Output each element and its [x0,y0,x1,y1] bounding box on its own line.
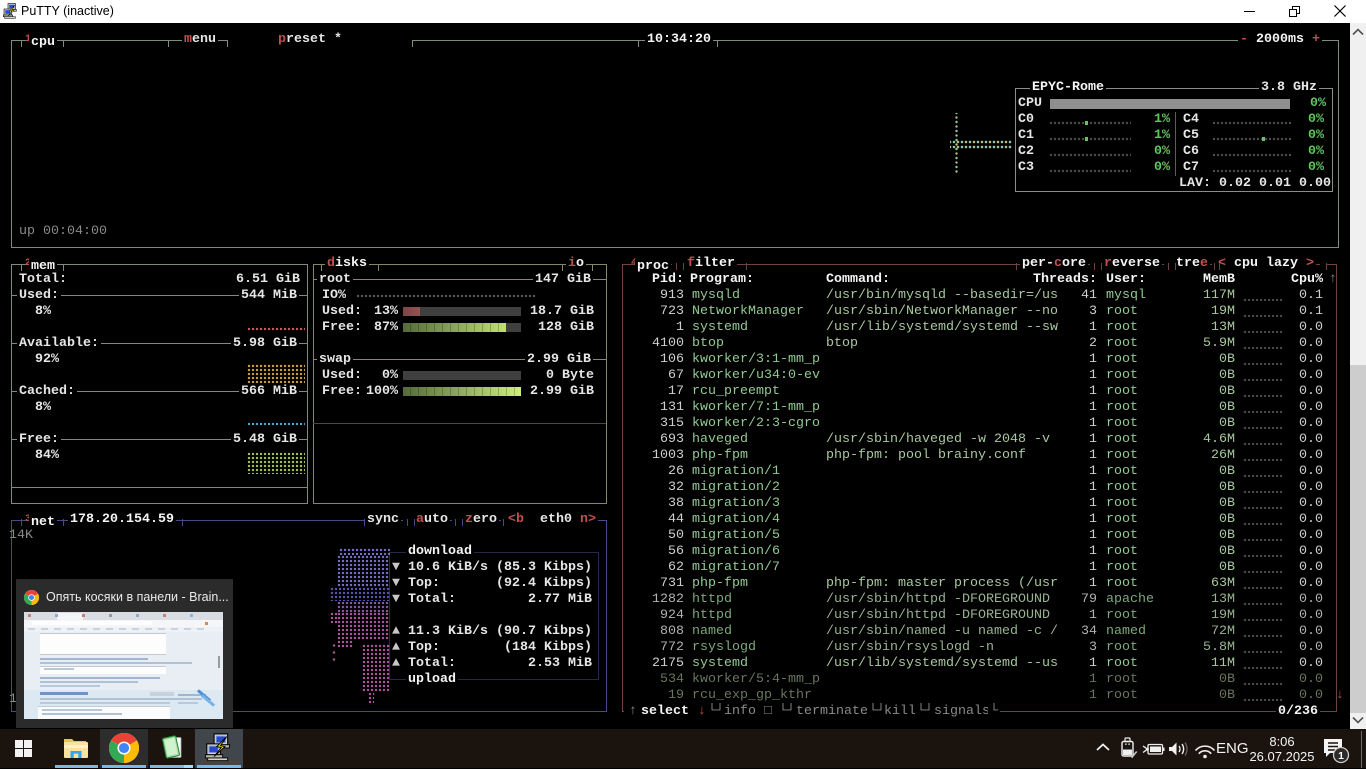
svg-text:1: 1 [1338,750,1344,762]
